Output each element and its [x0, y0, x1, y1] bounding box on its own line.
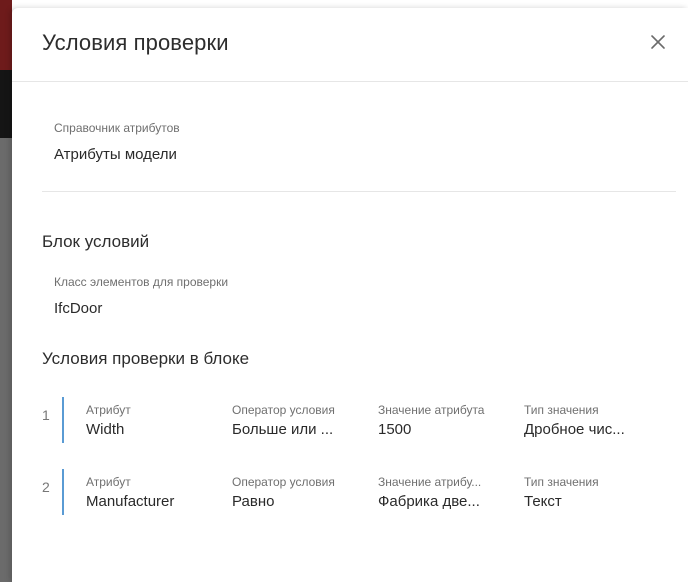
close-icon: [651, 35, 665, 49]
operator-value: Больше или ...: [232, 421, 334, 438]
value-type-label: Тип значения: [524, 403, 599, 417]
block-title: Блок условий: [42, 232, 150, 251]
background-strip-top: [0, 0, 12, 70]
attribute-value: Width: [86, 421, 125, 438]
section-divider: [42, 191, 676, 192]
value-type: Текст: [524, 493, 562, 510]
background-strip-middle: [0, 70, 12, 138]
value-type-label: Тип значения: [524, 475, 599, 489]
condition-index: 1: [42, 407, 50, 423]
conditions-section-title: Условия проверки в блоке: [42, 349, 250, 368]
condition-index: 2: [42, 479, 50, 495]
condition-row[interactable]: 1 Атрибут Width Оператор условия Больше …: [12, 397, 688, 453]
attr-value: Фабрика две...: [378, 493, 480, 510]
attr-value: 1500: [378, 421, 412, 438]
reference-value: Атрибуты модели: [54, 146, 177, 163]
element-class-value: IfcDoor: [54, 300, 103, 317]
background-app-strip: [0, 0, 12, 582]
close-button[interactable]: [646, 30, 670, 54]
reference-label: Справочник атрибутов: [54, 121, 180, 135]
attribute-value: Manufacturer: [86, 493, 175, 510]
operator-value: Равно: [232, 493, 275, 510]
attr-value-label: Значение атрибута: [378, 403, 485, 417]
condition-accent-bar: [62, 397, 64, 443]
attr-value-label: Значение атрибу...: [378, 475, 482, 489]
dialog-header: Условия проверки: [12, 8, 688, 82]
conditions-dialog: Условия проверки Справочник атрибутов Ат…: [12, 8, 688, 582]
attribute-label: Атрибут: [86, 403, 131, 417]
dialog-title: Условия проверки: [42, 30, 229, 55]
element-class-label: Класс элементов для проверки: [54, 275, 229, 289]
condition-accent-bar: [62, 469, 64, 515]
background-strip-bottom: [0, 138, 12, 582]
operator-label: Оператор условия: [232, 403, 335, 417]
attribute-label: Атрибут: [86, 475, 131, 489]
condition-row[interactable]: 2 Атрибут Manufacturer Оператор условия …: [12, 469, 688, 525]
value-type: Дробное чис...: [524, 421, 625, 438]
operator-label: Оператор условия: [232, 475, 335, 489]
